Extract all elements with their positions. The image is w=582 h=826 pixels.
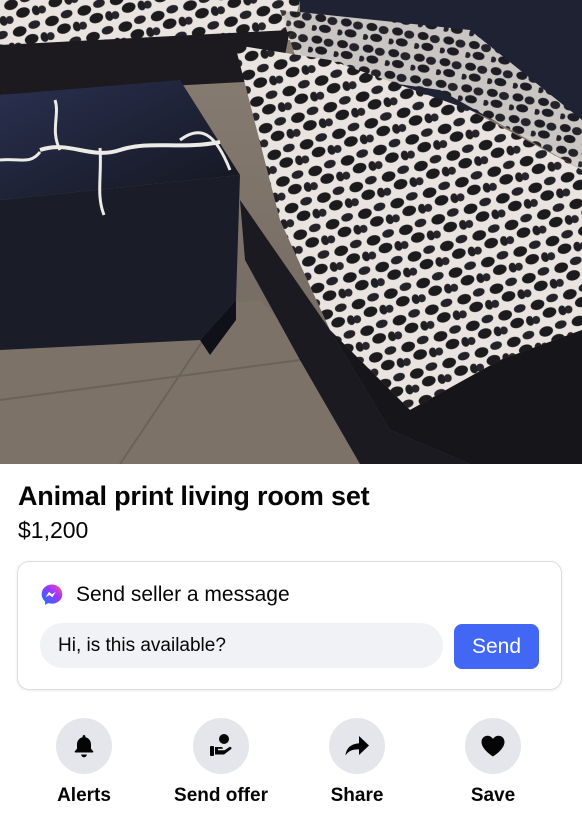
share-label: Share: [330, 785, 384, 806]
offer-icon: [210, 734, 232, 756]
messenger-icon: [41, 584, 63, 605]
send-button[interactable]: Send: [454, 624, 539, 669]
save-button[interactable]: Save: [433, 718, 553, 807]
alerts-button[interactable]: Alerts: [24, 718, 144, 807]
action-bar: Alerts Send offer Share Save: [0, 718, 582, 818]
listing-price: $1,200: [18, 517, 89, 543]
listing-title: Animal print living room set: [18, 481, 370, 511]
alerts-icon-circle[interactable]: [56, 718, 112, 774]
send-offer-button[interactable]: Send offer: [161, 718, 281, 807]
message-card: Send seller a message Send: [17, 561, 562, 690]
message-input[interactable]: [40, 623, 443, 668]
listing-photo[interactable]: [0, 0, 582, 464]
share-arrow-icon: [345, 736, 369, 756]
alerts-label: Alerts: [57, 785, 111, 806]
heart-icon: [481, 735, 505, 757]
share-icon-circle[interactable]: [329, 718, 385, 774]
bell-icon: [74, 735, 94, 758]
message-heading: Send seller a message: [40, 583, 290, 607]
send-offer-label: Send offer: [174, 785, 268, 806]
save-label: Save: [470, 785, 516, 806]
send-offer-icon-circle[interactable]: [193, 718, 249, 774]
save-icon-circle[interactable]: [465, 718, 521, 774]
message-heading-text: Send seller a message: [76, 583, 290, 606]
share-button[interactable]: Share: [297, 718, 417, 807]
